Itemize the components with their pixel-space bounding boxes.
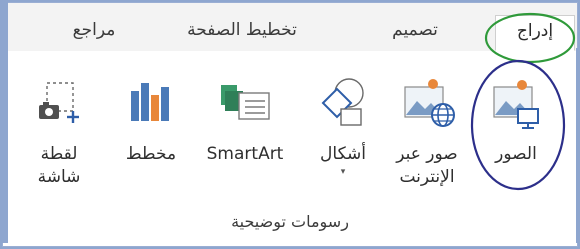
smartart-button[interactable]: SmartArt bbox=[193, 71, 297, 166]
chart-button[interactable]: مخطط bbox=[113, 71, 189, 166]
frame-edge-left bbox=[0, 0, 8, 243]
shapes-icon bbox=[321, 78, 364, 126]
pictures-button[interactable]: الصور bbox=[477, 71, 555, 166]
chevron-down-icon[interactable]: ▾ bbox=[303, 166, 383, 178]
screenshot-label: لقطة شاشة bbox=[37, 144, 81, 187]
shapes-label: أشكال ▾ bbox=[303, 143, 383, 178]
online-pictures-icon bbox=[404, 79, 455, 127]
tab-design[interactable]: تصميم bbox=[373, 15, 457, 45]
group-label-illustrations: رسومات توضيحية bbox=[231, 212, 349, 231]
online-pictures-button[interactable]: صور عبر الإنترنت bbox=[383, 71, 471, 189]
screenshot-icon bbox=[39, 82, 79, 123]
illustrations-group: الصور صور عبر الإنترنت أشكال ▾ SmartArt … bbox=[3, 51, 577, 246]
pictures-icon bbox=[493, 80, 539, 129]
online-pictures-label: صور عبر الإنترنت bbox=[396, 144, 458, 187]
tab-page-layout[interactable]: تخطيط الصفحة bbox=[175, 15, 309, 45]
frame-edge-right bbox=[576, 48, 580, 243]
ribbon-tab-bar: مراجع تخطيط الصفحة تصميم إدراج bbox=[3, 3, 577, 52]
chart-label: مخطط bbox=[125, 144, 177, 164]
shapes-button[interactable]: أشكال ▾ bbox=[303, 71, 383, 178]
tab-insert[interactable]: إدراج bbox=[495, 15, 575, 51]
smartart-icon bbox=[221, 85, 270, 120]
chart-icon bbox=[131, 83, 169, 121]
tab-review[interactable]: مراجع bbox=[59, 15, 129, 45]
pictures-label: الصور bbox=[495, 144, 537, 164]
smartart-label: SmartArt bbox=[206, 144, 284, 164]
word-ribbon: مراجع تخطيط الصفحة تصميم إدراج الصور صور… bbox=[2, 2, 578, 247]
screenshot-button[interactable]: لقطة شاشة bbox=[17, 71, 101, 189]
